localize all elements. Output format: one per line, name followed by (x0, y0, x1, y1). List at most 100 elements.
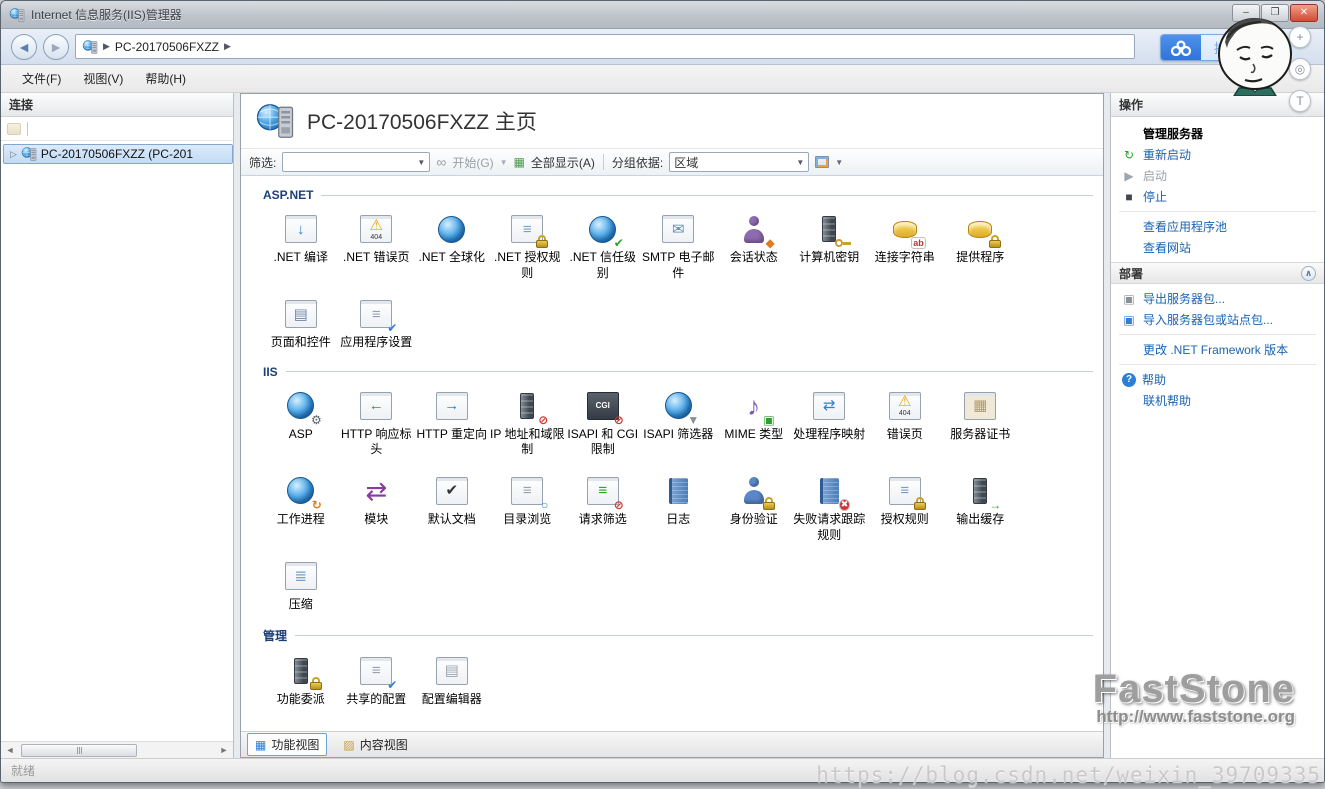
horizontal-scrollbar[interactable]: ◄ ► (1, 741, 233, 758)
back-button[interactable]: ◄ (11, 33, 37, 60)
scroll-left-icon[interactable]: ◄ (3, 745, 17, 755)
feature-net-authorization-rules[interactable]: ≡ .NET 授权规则 (490, 212, 566, 281)
accent-icon: ⚙ (310, 412, 322, 427)
feature-smtp-email[interactable]: ✉ SMTP 电子邮件 (641, 212, 717, 281)
feature-output-caching[interactable]: → 输出缓存 (943, 474, 1019, 543)
server-icon (21, 146, 37, 162)
feature-default-document[interactable]: ✔ 默认文档 (414, 474, 490, 543)
group-by-select[interactable]: 区域 ▼ (669, 152, 810, 172)
feature-connection-strings[interactable]: ab 连接字符串 (867, 212, 943, 281)
book-shape (819, 477, 839, 504)
feature-label: .NET 编译 (273, 250, 328, 264)
feature-label: 授权规则 (880, 511, 929, 526)
feature-pages-and-controls[interactable]: ▤ 页面和控件 (263, 297, 339, 351)
feature-compression[interactable]: ≣ 压缩 (263, 559, 339, 613)
frame-shape: ↓ (284, 215, 317, 243)
action-label: 查看网站 (1143, 241, 1192, 255)
output-caching-icon: → (961, 474, 1002, 512)
title-bar[interactable]: Internet 信息服务(IIS)管理器 – ❐ ✕ (1, 1, 1324, 29)
frame-shape: ▦ (964, 391, 997, 420)
feature-isapi-filters[interactable]: ▼ ISAPI 筛选器 (641, 389, 717, 458)
baidu-netdisk-icon[interactable] (1161, 35, 1201, 60)
show-all-button[interactable]: 全部显示(A) (531, 154, 595, 171)
action-label: 帮助 (1142, 373, 1167, 387)
feature-http-response-headers[interactable]: ← HTTP 响应标头 (339, 389, 415, 458)
address-box[interactable]: ▶ PC-20170506FXZZ ▶ (75, 34, 1135, 59)
change-net-framework-version[interactable]: 更改 .NET Framework 版本 (1111, 339, 1324, 360)
save-connections-icon[interactable] (7, 122, 21, 135)
tree-item-server[interactable]: ▷ PC-20170506FXZZ (PC-201 (3, 144, 233, 164)
online-help[interactable]: 联机帮助 (1111, 390, 1324, 411)
menu-help[interactable]: 帮助(H) (136, 67, 195, 90)
feature-feature-delegation[interactable]: 功能委派 (263, 654, 339, 708)
go-button[interactable]: 开始(G) (452, 154, 493, 171)
feature-machine-key[interactable]: 计算机密钥 (792, 212, 868, 281)
globe-shape (438, 215, 466, 243)
menu-file[interactable]: 文件(F) (13, 67, 70, 90)
scrollbar-thumb[interactable] (21, 743, 137, 757)
breadcrumb[interactable]: PC-20170506FXZZ (115, 40, 219, 54)
start[interactable]: ▶ 启动 (1111, 165, 1324, 186)
connections-pane: 连接 ▷ PC-20170506FXZZ (PC-201 ◄ ► (1, 93, 234, 758)
feature-failed-request-tracing-rules[interactable]: ✖ 失败请求跟踪规则 (792, 474, 868, 543)
feature-net-trust-levels[interactable]: ✔ .NET 信任级别 (565, 212, 641, 281)
feature-ip-address-and-domain-restrictions[interactable]: ⊘ IP 地址和域限制 (490, 389, 566, 458)
feature-logging[interactable]: 日志 (641, 474, 717, 543)
collapse-chevron-icon[interactable]: ∧ (1301, 265, 1316, 281)
feature-error-pages[interactable]: ⚠ 404 错误页 (867, 389, 943, 458)
feature-authorization-rules[interactable]: ≡ 授权规则 (867, 474, 943, 543)
go-dropdown-icon[interactable]: ▼ (500, 158, 508, 167)
feature-net-compilation[interactable]: ↓ .NET 编译 (263, 212, 339, 281)
feature-authentication[interactable]: 身份验证 (716, 474, 792, 543)
feature-shared-configuration[interactable]: ≡ ✔ 共享的配置 (339, 654, 415, 708)
accent-icon: → (989, 497, 1002, 512)
feature-worker-processes[interactable]: ↻ 工作进程 (263, 474, 339, 543)
feature-directory-browsing[interactable]: ≡ ○ 目录浏览 (490, 474, 566, 543)
view-mode-dropdown-icon[interactable]: ▼ (835, 158, 843, 167)
filter-input[interactable]: ▼ (282, 152, 431, 172)
feature-handler-mappings[interactable]: ⇄ 处理程序映射 (792, 389, 868, 458)
group-items: 功能委派 ≡ ✔ 共享的配置 ▤ 配置编辑器 (263, 648, 1093, 718)
help[interactable]: ? 帮助 (1111, 369, 1324, 390)
feature-label: HTTP 重定向 (416, 426, 487, 441)
tab-features-view[interactable]: ▦ 功能视图 (247, 733, 328, 756)
import-server-or-site-package[interactable]: ▣ 导入服务器包或站点包... (1111, 309, 1324, 330)
group-title: ASP.NET (263, 188, 314, 202)
stop[interactable]: ■ 停止 (1111, 186, 1324, 207)
feature-server-certificates[interactable]: ▦ 服务器证书 (943, 389, 1019, 458)
menu-view[interactable]: 视图(V) (74, 67, 132, 90)
feature-session-state[interactable]: ◆ 会话状态 (716, 212, 792, 281)
scrollbar-track[interactable] (17, 743, 217, 757)
view-mode-icon[interactable] (815, 156, 830, 168)
logging-icon (659, 474, 697, 508)
view-websites[interactable]: 查看网站 (1111, 237, 1324, 258)
restart[interactable]: ↻ 重新启动 (1111, 144, 1324, 165)
net-error-pages-icon: ⚠ 404 (357, 212, 395, 246)
group-rule (295, 634, 1093, 636)
group-header: IIS (263, 365, 1093, 379)
authorization-rules-icon: ≡ (886, 474, 926, 510)
feature-net-globalization[interactable]: .NET 全球化 (414, 212, 490, 281)
group-title: 管理 (263, 628, 288, 643)
feature-http-redirect[interactable]: → HTTP 重定向 (414, 389, 490, 458)
globe-shape (287, 477, 315, 505)
feature-modules[interactable]: ⇄ 模块 (339, 474, 415, 543)
feature-application-settings[interactable]: ≡ ✔ 应用程序设置 (339, 297, 415, 351)
tab-content-view[interactable]: ▨ 内容视图 (335, 733, 415, 756)
feature-net-error-pages[interactable]: ⚠ 404 .NET 错误页 (339, 212, 415, 281)
feature-providers[interactable]: 提供程序 (943, 212, 1019, 281)
feature-request-filtering[interactable]: ≡ ⊘ 请求筛选 (565, 474, 641, 543)
feature-asp[interactable]: ⚙ ASP (263, 389, 339, 458)
feature-isapi-and-cgi-restrictions[interactable]: CGI ⊘ ISAPI 和 CGI 限制 (565, 389, 641, 458)
forward-button[interactable]: ► (43, 33, 69, 60)
view-application-pools[interactable]: 查看应用程序池 (1111, 216, 1324, 237)
feature-mime-types[interactable]: ♪ ▣ MIME 类型 (716, 389, 792, 458)
server-shape (973, 477, 988, 504)
scroll-right-icon[interactable]: ► (217, 745, 231, 755)
feature-configuration-editor[interactable]: ▤ 配置编辑器 (414, 654, 490, 708)
feature-label: 输出缓存 (956, 511, 1005, 526)
book-shape (668, 477, 688, 504)
expander-icon[interactable]: ▷ (10, 149, 17, 160)
export-server-package[interactable]: ▣ 导出服务器包... (1111, 288, 1324, 309)
default-document-icon: ✔ (433, 474, 471, 508)
